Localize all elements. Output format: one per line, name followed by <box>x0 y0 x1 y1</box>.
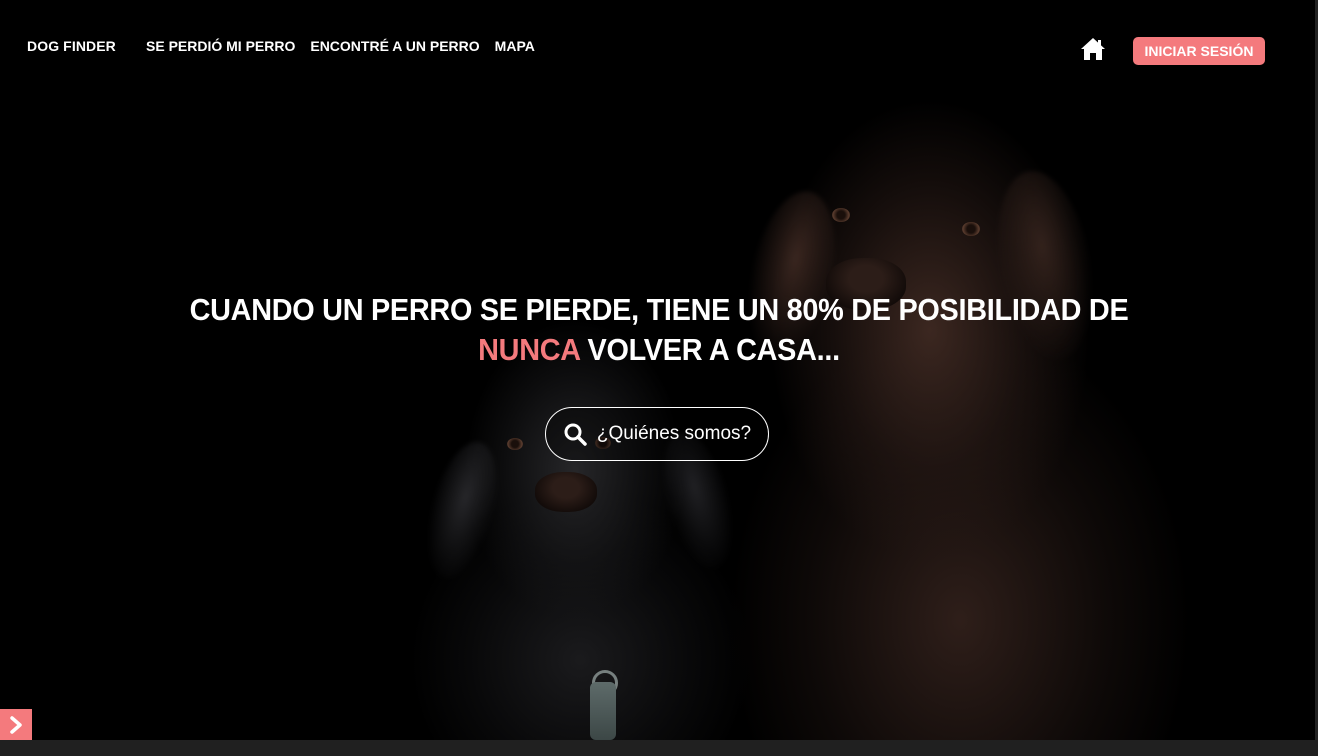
home-icon[interactable] <box>1080 37 1106 61</box>
nav-links: SE PERDIÓ MI PERRO ENCONTRÉ A UN PERRO M… <box>146 38 535 54</box>
dog-tag <box>590 682 616 740</box>
dog-ear <box>414 434 510 586</box>
headline-line-2: VOLVER A CASA... <box>579 332 841 367</box>
hero-background-image <box>0 0 1318 756</box>
about-us-button[interactable]: ¿Quiénes somos? <box>545 407 769 461</box>
dog-eye <box>832 208 850 222</box>
about-us-label: ¿Quiénes somos? <box>596 423 752 444</box>
dog-nose <box>535 472 597 512</box>
nav-link-map[interactable]: MAPA <box>495 38 535 54</box>
bottom-bar <box>0 740 1318 756</box>
page: DOG FINDER SE PERDIÓ MI PERRO ENCONTRÉ A… <box>0 0 1318 756</box>
nav-link-lost-dog[interactable]: SE PERDIÓ MI PERRO <box>146 38 295 54</box>
nav-link-found-dog[interactable]: ENCONTRÉ A UN PERRO <box>310 38 479 54</box>
dog-eye <box>962 222 980 236</box>
side-panel-toggle[interactable] <box>0 709 32 741</box>
top-navigation: DOG FINDER SE PERDIÓ MI PERRO ENCONTRÉ A… <box>0 0 1318 96</box>
brand-link[interactable]: DOG FINDER <box>27 38 116 54</box>
dog-eye <box>507 438 523 450</box>
headline-line-1: CUANDO UN PERRO SE PIERDE, TIENE UN 80% … <box>189 292 1129 327</box>
search-icon <box>564 423 587 446</box>
login-button[interactable]: INICIAR SESIÓN <box>1133 37 1265 65</box>
hero-headline: CUANDO UN PERRO SE PIERDE, TIENE UN 80% … <box>46 290 1272 370</box>
chevron-right-icon <box>10 716 22 734</box>
headline-accent-word: NUNCA <box>478 332 580 367</box>
